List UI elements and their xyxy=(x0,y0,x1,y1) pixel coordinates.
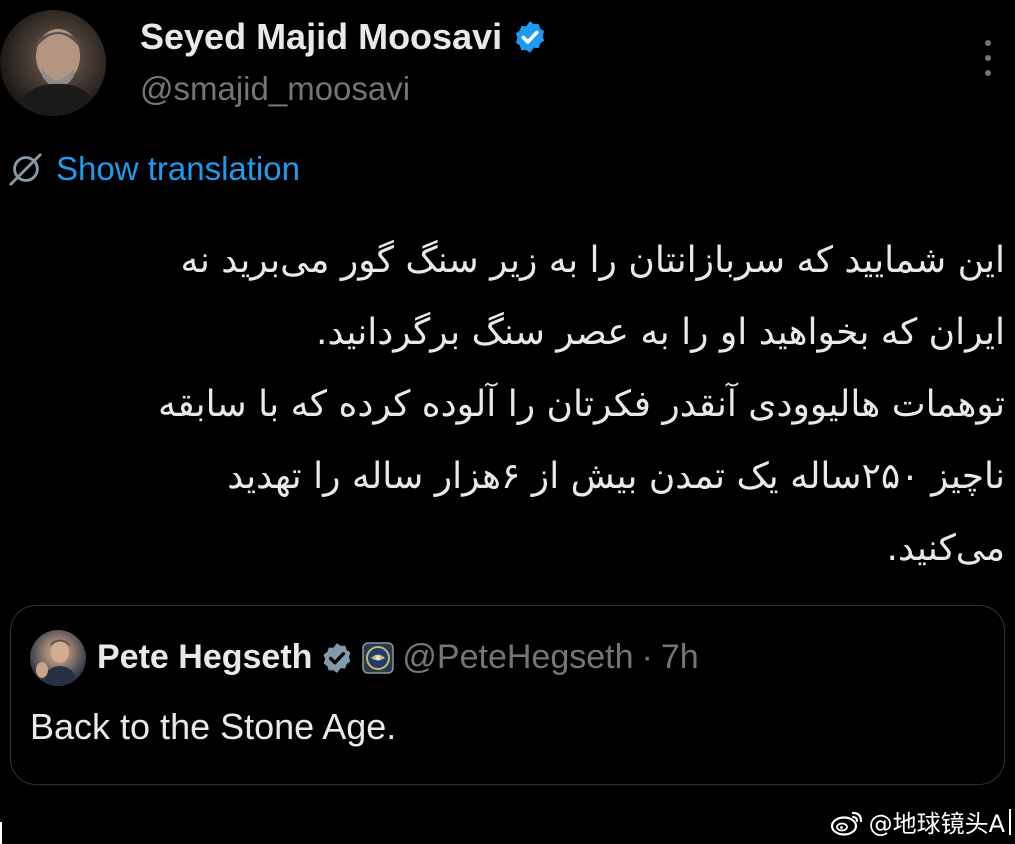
tweet-text-line: می‌کنید. xyxy=(886,528,1006,569)
watermark-text: @地球镜头A xyxy=(868,810,1005,838)
quoted-tweet-header: Pete Hegseth @PeteHegseth · 7h xyxy=(97,638,699,677)
more-options-icon[interactable] xyxy=(975,40,1001,76)
tweet-text-line: ناچیز ۲۵۰ساله یک تمدن بیش از ۶هزار ساله … xyxy=(227,456,1005,497)
government-verified-badge-icon xyxy=(324,642,351,673)
left-edge-bar xyxy=(0,822,2,844)
globe-slash-icon xyxy=(9,153,42,186)
watermark: @地球镜头A xyxy=(829,804,1011,839)
author-header: Seyed Majid Moosavi xyxy=(140,16,548,58)
tweet-text-line: ایران که بخواهید او را به عصر سنگ برگردا… xyxy=(316,312,1005,353)
author-avatar[interactable] xyxy=(0,10,106,116)
quoted-author-name[interactable]: Pete Hegseth xyxy=(97,638,312,677)
more-dot xyxy=(985,55,991,61)
weibo-icon xyxy=(830,811,862,836)
tweet-text-line: توهمات هالیوودی آنقدر فکرتان را آلوده کر… xyxy=(158,384,1005,425)
quoted-tweet-time[interactable]: 7h xyxy=(661,638,699,677)
show-translation-link[interactable]: Show translation xyxy=(56,150,300,188)
watermark-bar xyxy=(1009,808,1011,835)
tweet-text-line: این شمایید که سربازانتان را به زیر سنگ گ… xyxy=(180,240,1005,281)
dot-separator: · xyxy=(641,638,653,676)
author-name[interactable]: Seyed Majid Moosavi xyxy=(140,16,502,58)
quoted-avatar-photo xyxy=(36,639,80,686)
more-dot xyxy=(985,70,991,76)
author-handle[interactable]: @smajid_moosavi xyxy=(140,70,410,108)
quoted-author-handle[interactable]: @PeteHegseth xyxy=(402,638,633,677)
verified-badge-icon xyxy=(516,21,545,53)
quoted-tweet-card[interactable] xyxy=(10,605,1005,785)
more-dot xyxy=(985,40,991,46)
avatar-photo xyxy=(10,29,100,116)
tweet-text: این شمایید که سربازانتان را به زیر سنگ گ… xyxy=(20,225,1005,585)
quoted-author-avatar[interactable] xyxy=(30,630,86,686)
department-seal-icon xyxy=(362,641,395,674)
show-translation-button[interactable]: Show translation xyxy=(6,150,300,188)
quoted-tweet-text: Back to the Stone Age. xyxy=(30,706,397,747)
